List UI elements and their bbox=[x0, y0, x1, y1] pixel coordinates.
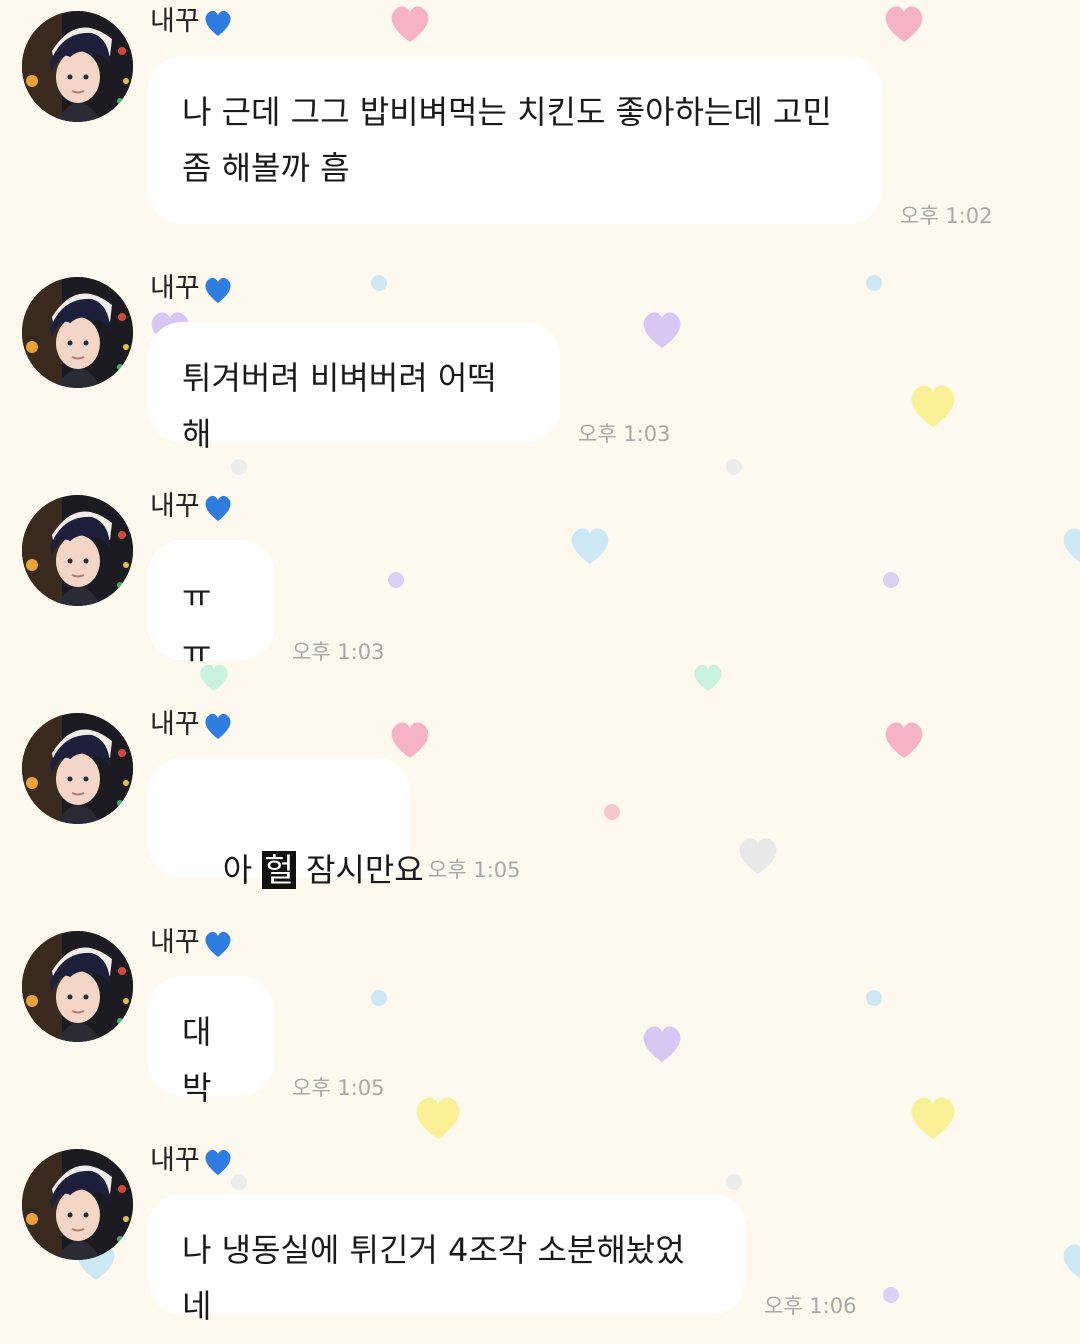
blue-heart-icon bbox=[205, 495, 231, 521]
selected-text-highlight[interactable]: 헐 bbox=[262, 851, 296, 889]
message-time: 오후 1:03 bbox=[578, 422, 671, 446]
message-time: 오후 1:06 bbox=[764, 1294, 857, 1318]
message-text-line: 대박 bbox=[182, 1013, 212, 1107]
sender-label: 내꾸 bbox=[150, 491, 200, 522]
blue-heart-icon bbox=[205, 10, 231, 36]
sender-name: 내꾸 bbox=[150, 6, 234, 39]
sender-label: 내꾸 bbox=[150, 1145, 200, 1176]
avatar[interactable] bbox=[22, 713, 133, 824]
avatar[interactable] bbox=[22, 277, 133, 388]
message-time: 오후 1:05 bbox=[292, 1076, 385, 1100]
sender-label: 내꾸 bbox=[150, 273, 200, 304]
message-text-line: 나 냉동실에 튀긴거 4조각 소분해놨었네 bbox=[182, 1231, 685, 1325]
sender-name: 내꾸 bbox=[150, 1145, 234, 1178]
blue-heart-icon bbox=[205, 277, 231, 303]
message-text-line: 나 근데 그그 밥비벼먹는 치킨도 좋아하는데 고민 bbox=[182, 93, 832, 131]
avatar[interactable] bbox=[22, 495, 133, 606]
message-bubble[interactable]: 나 근데 그그 밥비벼먹는 치킨도 좋아하는데 고민 좀 해볼까 흠 bbox=[148, 56, 882, 224]
message-time: 오후 1:03 bbox=[292, 640, 385, 664]
message-bubble[interactable]: 대박 bbox=[148, 976, 274, 1107]
message-time: 오후 1:05 bbox=[428, 858, 521, 882]
sender-name: 내꾸 bbox=[150, 709, 234, 742]
sender-label: 내꾸 bbox=[150, 709, 200, 740]
message-text: 아 bbox=[222, 851, 263, 889]
message-bubble[interactable]: 아 헐 잠시만요 bbox=[148, 758, 424, 889]
blue-heart-icon bbox=[205, 713, 231, 739]
message-text-line: 튀겨버려 비벼버려 어떡해 bbox=[182, 359, 497, 453]
message-bubble[interactable]: ㅠㅠ bbox=[148, 540, 274, 671]
message-text: 잠시만요 bbox=[295, 851, 424, 889]
message-text-line: ㅠㅠ bbox=[182, 577, 212, 671]
sender-name: 내꾸 bbox=[150, 273, 234, 306]
sender-name: 내꾸 bbox=[150, 491, 234, 524]
message-text-line: 좀 해볼까 흠 bbox=[182, 149, 350, 187]
blue-heart-icon bbox=[205, 931, 231, 957]
sender-label: 내꾸 bbox=[150, 6, 200, 37]
message-bubble[interactable]: 나 냉동실에 튀긴거 4조각 소분해놨었네 bbox=[148, 1194, 746, 1325]
avatar[interactable] bbox=[22, 931, 133, 1042]
message-bubble[interactable]: 튀겨버려 비벼버려 어떡해 bbox=[148, 322, 560, 453]
sender-name: 내꾸 bbox=[150, 927, 234, 960]
avatar[interactable] bbox=[22, 11, 133, 122]
sender-label: 내꾸 bbox=[150, 927, 200, 958]
message-time: 오후 1:02 bbox=[900, 204, 993, 228]
blue-heart-icon bbox=[205, 1149, 231, 1175]
avatar[interactable] bbox=[22, 1149, 133, 1260]
